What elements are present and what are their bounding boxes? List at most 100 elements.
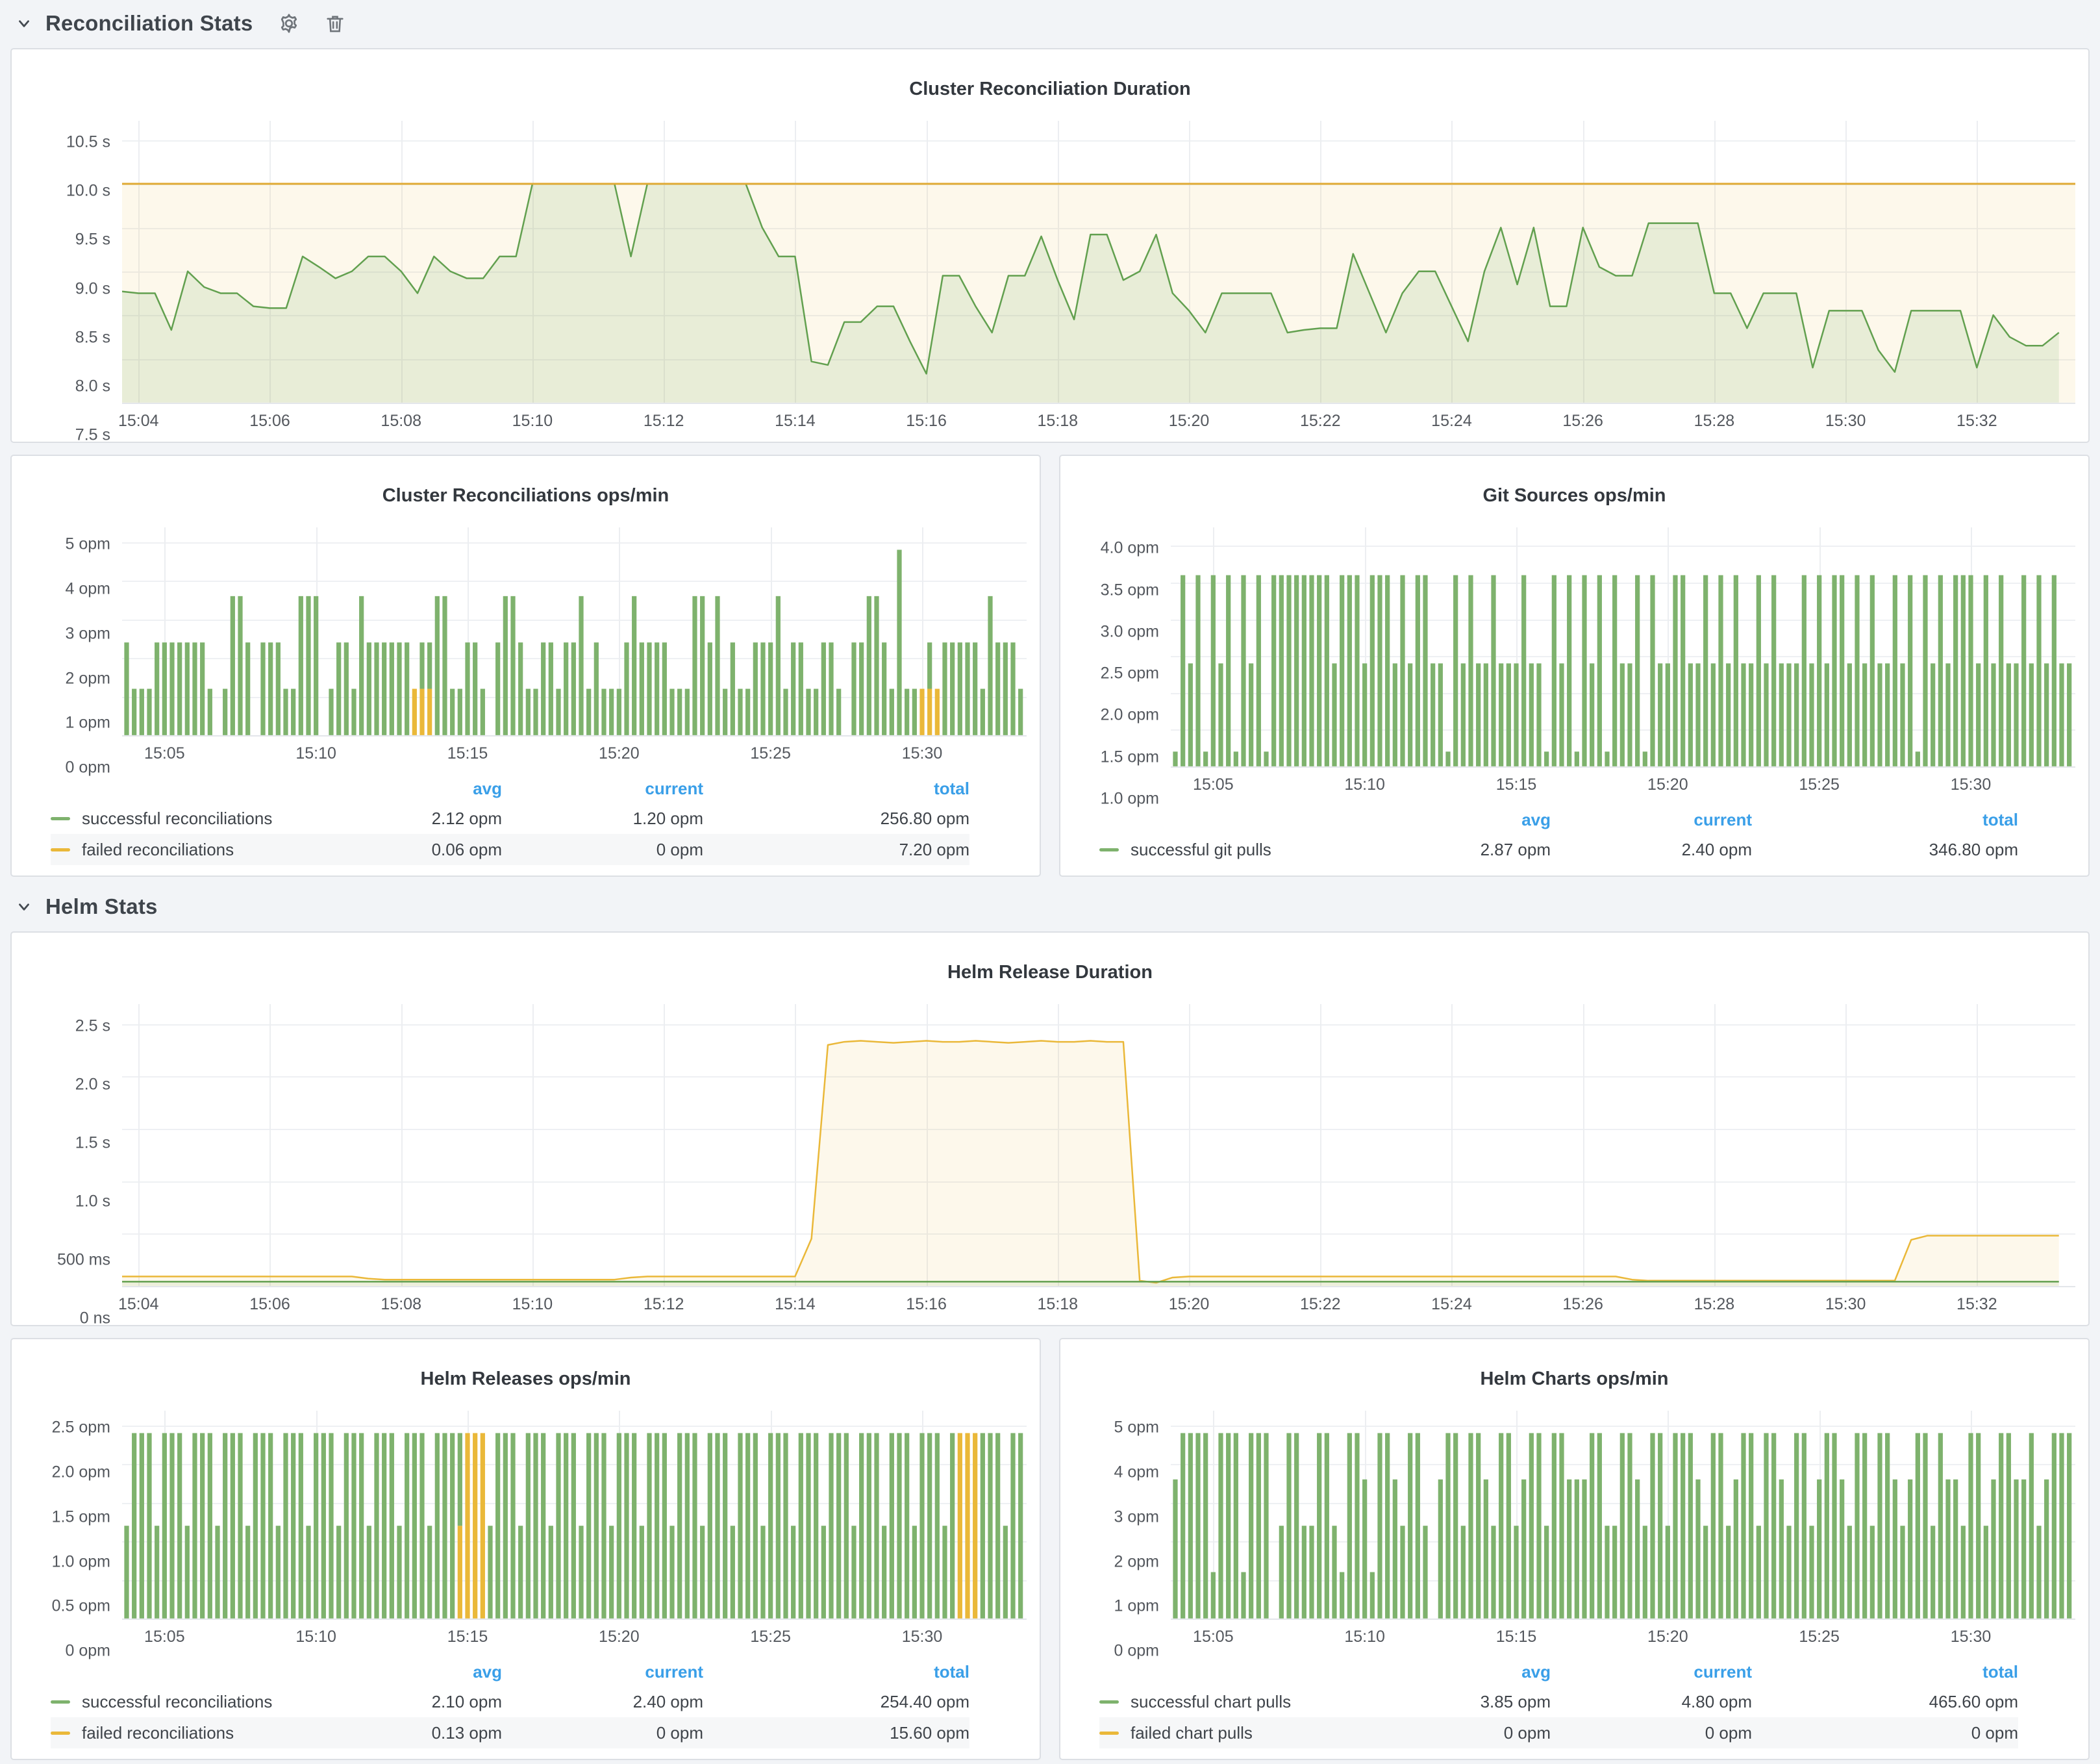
legend-row: failed reconciliations0.06 opm0 opm7.20 … xyxy=(51,834,969,865)
legend-series-name[interactable]: successful git pulls xyxy=(1099,840,1349,860)
gear-icon[interactable] xyxy=(277,12,301,35)
x-tick-label: 15:25 xyxy=(1799,1628,1840,1646)
legend: avgcurrenttotalsuccessful reconciliation… xyxy=(25,1651,1027,1752)
x-tick-label: 15:05 xyxy=(144,744,185,763)
x-tick-label: 15:20 xyxy=(1647,1628,1688,1646)
x-tick-label: 15:06 xyxy=(249,412,290,431)
legend: avgcurrenttotal successful chart pulls 3.8… xyxy=(1073,1651,2075,1752)
x-tick-label: 15:30 xyxy=(1951,1628,1992,1646)
x-axis: 15:0515:1015:1515:2015:2515:30 xyxy=(122,1620,1027,1651)
x-tick-label: 15:06 xyxy=(249,1295,290,1314)
plot-area[interactable] xyxy=(122,1004,2075,1287)
legend-series-name[interactable]: successful reconciliations xyxy=(51,809,301,829)
legend-header-avg: avg xyxy=(1349,810,1551,830)
section-header-helm-stats[interactable]: Helm Stats xyxy=(16,888,2100,925)
x-tick-label: 15:20 xyxy=(599,744,640,763)
y-tick-label: 2 opm xyxy=(66,669,110,688)
x-tick-label: 15:14 xyxy=(775,1295,816,1314)
legend-stat-total: 465.60 opm xyxy=(1752,1692,2018,1712)
plot-area[interactable] xyxy=(122,527,1027,737)
x-tick-label: 15:15 xyxy=(447,1628,488,1646)
legend-series-label[interactable]: failed reconciliations xyxy=(82,1723,234,1743)
legend-series-label[interactable]: successful git pulls xyxy=(1131,840,1271,860)
legend-series-label[interactable]: failed reconciliations xyxy=(82,840,234,860)
legend-series-name[interactable]: successful reconciliations xyxy=(51,1692,301,1712)
legend-series-label[interactable]: failed chart pulls xyxy=(1131,1723,1253,1743)
x-tick-label: 15:20 xyxy=(1169,412,1210,431)
x-tick-label: 15:08 xyxy=(381,412,421,431)
plot-area[interactable] xyxy=(1171,1411,2075,1620)
legend-series-label[interactable]: successful reconciliations xyxy=(82,809,272,829)
x-tick-label: 15:22 xyxy=(1300,412,1341,431)
plot-area[interactable] xyxy=(1171,527,2075,768)
panel-title[interactable]: Cluster Reconciliation Duration xyxy=(25,73,2075,105)
y-axis: 0 opm0.5 opm1.0 opm1.5 opm2.0 opm2.5 opm xyxy=(25,1411,122,1651)
legend-series-marker xyxy=(51,848,70,851)
legend-stat-avg: 3.85 opm xyxy=(1349,1692,1551,1712)
chart-canvas[interactable] xyxy=(122,1004,2075,1286)
y-tick-label: 8.0 s xyxy=(75,377,110,396)
legend-series-name[interactable]: failed chart pulls xyxy=(1099,1723,1349,1743)
x-tick-label: 15:20 xyxy=(1647,775,1688,794)
y-tick-label: 10.5 s xyxy=(66,133,110,152)
legend-series-name[interactable]: failed reconciliations xyxy=(51,1723,301,1743)
legend-header-row: avgcurrenttotal xyxy=(1099,1657,2018,1686)
y-tick-label: 0 ns xyxy=(80,1309,110,1328)
legend-series-label[interactable]: successful reconciliations xyxy=(82,1692,272,1712)
chart-canvas[interactable] xyxy=(1171,1411,2075,1619)
y-tick-label: 1.0 opm xyxy=(1101,790,1159,809)
legend-row: successful reconciliations2.12 opm1.20 o… xyxy=(51,803,969,834)
x-axis: 15:0415:0615:0815:1015:1215:1415:1615:18… xyxy=(122,404,2075,435)
legend-stat-current: 2.40 opm xyxy=(1551,840,1752,860)
section-title[interactable]: Reconciliation Stats xyxy=(45,11,253,36)
chevron-down-icon[interactable] xyxy=(16,15,32,32)
x-tick-label: 15:16 xyxy=(906,1295,947,1314)
legend-header-current: current xyxy=(1551,1662,1752,1682)
y-axis: 0 opm1 opm2 opm3 opm4 opm5 opm xyxy=(1073,1411,1171,1651)
y-axis: 0 ns500 ms1.0 s1.5 s2.0 s2.5 s xyxy=(25,1004,122,1318)
chevron-down-icon[interactable] xyxy=(16,898,32,915)
x-tick-label: 15:30 xyxy=(1825,412,1866,431)
x-tick-label: 15:15 xyxy=(1496,1628,1537,1646)
y-tick-label: 9.0 s xyxy=(75,279,110,298)
plot-area[interactable] xyxy=(122,121,2075,404)
legend-series-name[interactable]: successful chart pulls xyxy=(1099,1692,1349,1712)
legend-stat-avg: 0 opm xyxy=(1349,1723,1551,1743)
trash-icon[interactable] xyxy=(324,12,346,34)
chart-canvas[interactable] xyxy=(1171,527,2075,766)
legend-stat-total: 256.80 opm xyxy=(703,809,969,829)
panel-title[interactable]: Helm Release Duration xyxy=(25,956,2075,989)
legend-stat-current: 0 opm xyxy=(502,1723,703,1743)
legend-stat-total: 254.40 opm xyxy=(703,1692,969,1712)
x-tick-label: 15:28 xyxy=(1694,1295,1735,1314)
section-header-reconciliation-stats[interactable]: Reconciliation Stats xyxy=(16,5,2100,42)
panel-title[interactable]: Git Sources ops/min xyxy=(1073,479,2075,512)
plot-area[interactable] xyxy=(122,1411,1027,1620)
legend-series-label[interactable]: successful chart pulls xyxy=(1131,1692,1291,1712)
legend-stat-total: 7.20 opm xyxy=(703,840,969,860)
legend-stat-current: 4.80 opm xyxy=(1551,1692,1752,1712)
x-tick-label: 15:30 xyxy=(902,1628,943,1646)
section-title[interactable]: Helm Stats xyxy=(45,894,158,919)
x-tick-label: 15:25 xyxy=(1799,775,1840,794)
y-tick-label: 7.5 s xyxy=(75,426,110,445)
x-tick-label: 15:12 xyxy=(644,412,684,431)
panel-helm-charts-opm: Helm Charts ops/min 0 opm1 opm2 opm3 opm… xyxy=(1059,1338,2090,1760)
chart-canvas[interactable] xyxy=(122,121,2075,403)
legend-row: failed chart pulls0 opm0 opm0 opm xyxy=(1099,1717,2018,1748)
x-tick-label: 15:30 xyxy=(1951,775,1992,794)
legend-stat-avg: 2.10 opm xyxy=(301,1692,502,1712)
chart-canvas[interactable] xyxy=(122,1411,1027,1619)
x-tick-label: 15:30 xyxy=(902,744,943,763)
y-tick-label: 5 opm xyxy=(66,535,110,554)
panel-title[interactable]: Helm Charts ops/min xyxy=(1073,1363,2075,1395)
legend-series-name[interactable]: failed reconciliations xyxy=(51,840,301,860)
chart-git-sources-opm: 1.0 opm1.5 opm2.0 opm2.5 opm3.0 opm3.5 o… xyxy=(1073,527,2075,799)
x-tick-label: 15:18 xyxy=(1038,412,1079,431)
legend-header-avg: avg xyxy=(301,1662,502,1682)
legend-stat-current: 2.40 opm xyxy=(502,1692,703,1712)
chart-canvas[interactable] xyxy=(122,527,1027,735)
legend-stat-total: 346.80 opm xyxy=(1752,840,2018,860)
panel-title[interactable]: Helm Releases ops/min xyxy=(25,1363,1027,1395)
panel-title[interactable]: Cluster Reconciliations ops/min xyxy=(25,479,1027,512)
